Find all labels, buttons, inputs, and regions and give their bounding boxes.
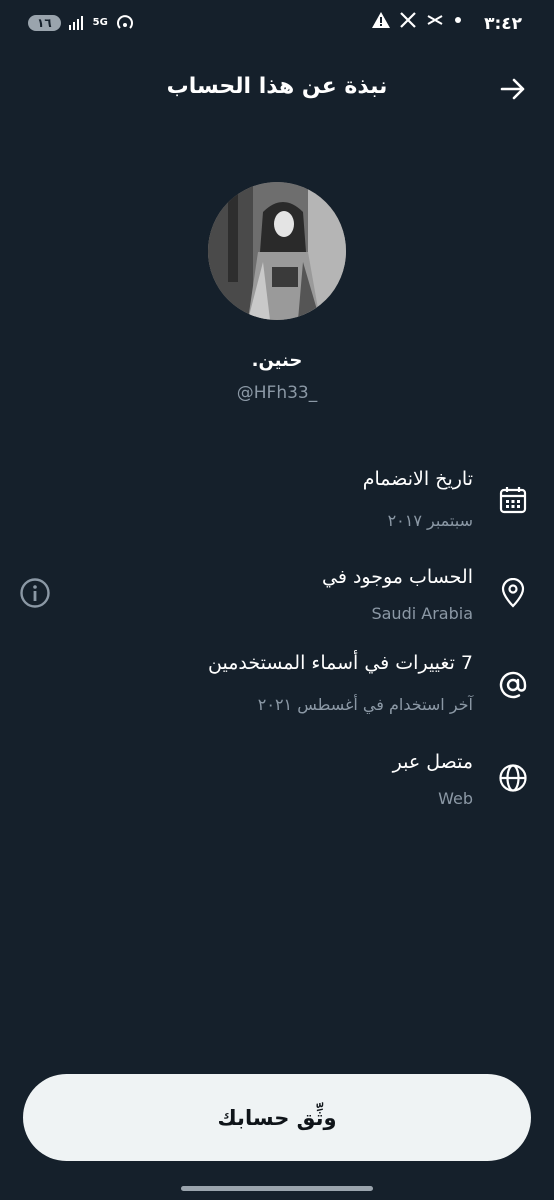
status-bar-right — [372, 12, 462, 28]
join-date-value: سبتمبر ٢٠١٧ — [387, 511, 473, 530]
x-logo-icon — [400, 12, 416, 28]
user-handle: @HFh33_ — [236, 383, 318, 403]
avatar-image — [208, 182, 346, 320]
display-name: حنين. — [251, 350, 303, 371]
home-indicator[interactable] — [181, 1186, 373, 1191]
verify-account-button[interactable]: وثِّق حسابك — [23, 1074, 531, 1161]
status-time: ٣:٤٢ — [484, 14, 522, 34]
globe-icon — [498, 763, 528, 793]
location-title: الحساب موجود في — [322, 566, 473, 588]
calendar-icon — [498, 485, 528, 515]
username-changes-title: 7 تغييرات في أسماء المستخدمين — [208, 652, 473, 674]
connected-via-title: متصل عبر — [392, 751, 473, 773]
warning-icon — [372, 12, 390, 28]
capcut-icon — [427, 15, 443, 25]
notification-dot-icon — [455, 17, 461, 23]
page-title: نبذة عن هذا الحساب — [166, 74, 388, 99]
arrow-right-icon — [500, 78, 525, 100]
back-button[interactable] — [498, 74, 528, 104]
network-type-label: 5G — [92, 17, 108, 28]
signal-bars-icon — [68, 16, 83, 30]
connected-via-value: Web — [438, 789, 473, 808]
avatar[interactable] — [208, 182, 346, 320]
username-changes-value: آخر استخدام في أغسطس ٢٠٢١ — [257, 695, 473, 714]
status-bar-left: ١٦ 5G — [28, 14, 134, 32]
location-value: Saudi Arabia — [371, 604, 473, 623]
hotspot-icon — [116, 15, 133, 29]
location-pin-icon — [498, 578, 528, 608]
join-date-title: تاريخ الانضمام — [362, 468, 473, 490]
info-icon[interactable] — [19, 577, 51, 609]
battery-indicator: ١٦ — [28, 15, 61, 31]
at-sign-icon — [498, 670, 528, 700]
